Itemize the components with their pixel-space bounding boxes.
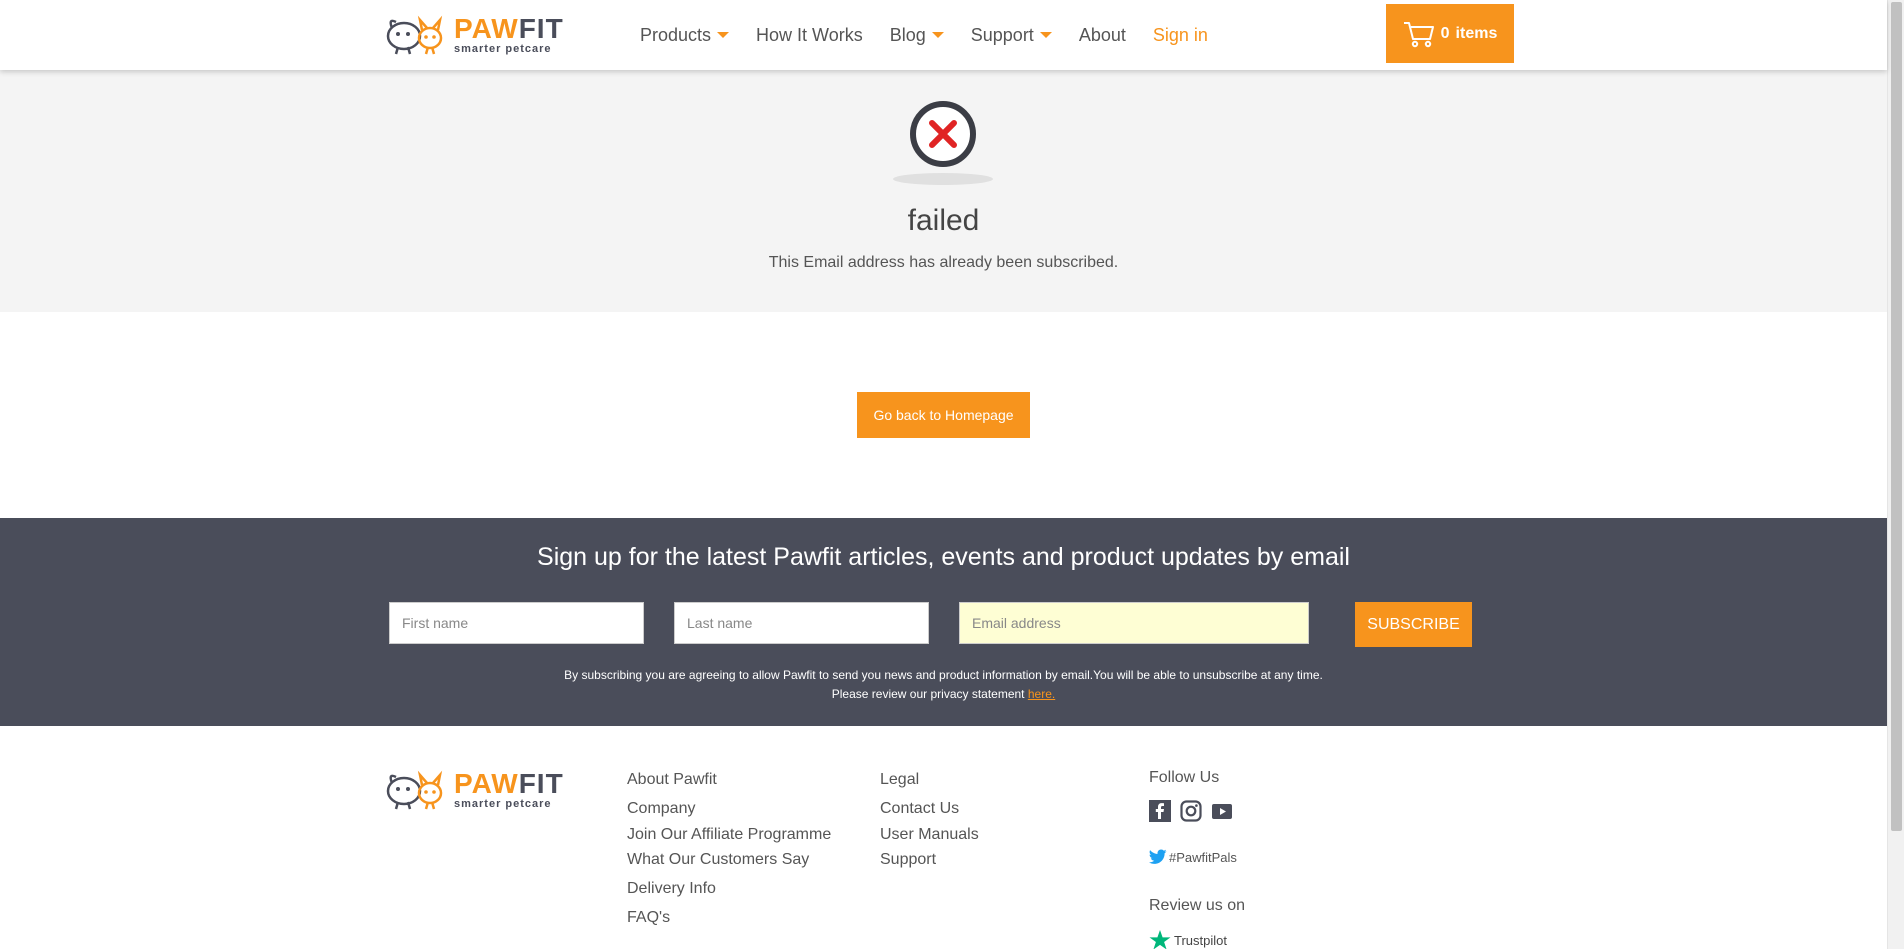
cart-label: items: [1455, 24, 1498, 42]
pawfit-logo[interactable]: PAWFIT smarter petcare: [384, 14, 564, 56]
main-nav: Products How It Works Blog Support About…: [640, 0, 1235, 70]
newsletter-title: Sign up for the latest Pawfit articles, …: [537, 543, 1350, 571]
status-panel: failed This Email address has already be…: [0, 70, 1887, 312]
logo-text: PAWFIT smarter petcare: [454, 770, 564, 810]
go-home-button[interactable]: Go back to Homepage: [857, 392, 1030, 438]
footer-link-legal[interactable]: Legal: [880, 771, 919, 789]
pets-logo-icon: [386, 770, 443, 810]
trustpilot-star-icon: [1149, 930, 1171, 949]
first-name-input[interactable]: [389, 602, 644, 644]
facebook-icon[interactable]: [1149, 800, 1171, 822]
footer-logo[interactable]: PAWFIT smarter petcare: [384, 769, 564, 811]
scrollbar-thumb[interactable]: [1891, 2, 1902, 831]
footer-link-faqs[interactable]: FAQ's: [627, 909, 670, 927]
subscribe-button[interactable]: SUBSCRIBE: [1355, 602, 1472, 647]
logo-tagline: smarter petcare: [454, 798, 552, 810]
nav-products[interactable]: Products: [640, 25, 730, 46]
footer-link-customers-say[interactable]: What Our Customers Say: [627, 851, 809, 869]
logo-tagline: smarter petcare: [454, 43, 552, 55]
logo-text: PAWFIT smarter petcare: [454, 15, 564, 55]
nav-sign-in[interactable]: Sign in: [1153, 25, 1208, 46]
footer-link-company[interactable]: Company: [627, 800, 695, 818]
trustpilot-link[interactable]: Trustpilot: [1149, 930, 1227, 949]
review-us-title: Review us on: [1149, 897, 1246, 914]
newsletter-legal: By subscribing you are agreeing to allow…: [0, 666, 1887, 704]
caret-down-icon: [1039, 32, 1052, 38]
cart-count: 0: [1440, 24, 1450, 42]
footer-link-contact[interactable]: Contact Us: [880, 800, 959, 818]
newsletter-section: Sign up for the latest Pawfit articles, …: [0, 518, 1887, 726]
footer-link-support[interactable]: Support: [880, 851, 936, 869]
nav-how-it-works[interactable]: How It Works: [756, 25, 863, 46]
nav-support[interactable]: Support: [971, 25, 1052, 46]
privacy-link[interactable]: here.: [1028, 687, 1055, 701]
youtube-icon[interactable]: [1211, 800, 1233, 822]
privacy-line: Please review our privacy statement here…: [831, 687, 1056, 701]
nav-blog[interactable]: Blog: [890, 25, 944, 46]
footer-link-affiliate[interactable]: Join Our Affiliate Programme: [627, 826, 831, 844]
hashtag-link[interactable]: #PawfitPals: [1149, 849, 1237, 865]
follow-us-title: Follow Us: [1149, 769, 1220, 786]
status-icon: [893, 98, 993, 188]
site-header: PAWFIT smarter petcare Products How It W…: [0, 0, 1887, 70]
email-input[interactable]: [959, 602, 1309, 644]
caret-down-icon: [717, 32, 730, 38]
instagram-icon[interactable]: [1180, 800, 1202, 822]
caret-down-icon: [931, 32, 944, 38]
cart-icon: [1403, 21, 1434, 47]
hashtag-text: #PawfitPals: [1169, 849, 1237, 865]
nav-about[interactable]: About: [1079, 25, 1126, 46]
status-message: This Email address has already been subs…: [768, 254, 1119, 271]
pets-logo-icon: [386, 15, 443, 55]
logo-wordmark: PAWFIT: [454, 768, 564, 799]
twitter-icon: [1149, 849, 1167, 864]
footer-link-user-manuals[interactable]: User Manuals: [880, 826, 979, 844]
footer-link-about-pawfit[interactable]: About Pawfit: [627, 771, 717, 789]
page-scrollbar[interactable]: [1887, 0, 1904, 949]
last-name-input[interactable]: [674, 602, 929, 644]
error-x-icon: [910, 101, 976, 167]
legal-text: By subscribing you are agreeing to allow…: [564, 668, 1323, 682]
status-title: failed: [907, 204, 980, 237]
icon-shadow: [893, 173, 993, 185]
footer-link-delivery[interactable]: Delivery Info: [627, 880, 716, 898]
logo-wordmark: PAWFIT: [454, 13, 564, 44]
trustpilot-text: Trustpilot: [1174, 932, 1227, 948]
cart-button[interactable]: 0 items: [1386, 4, 1514, 63]
